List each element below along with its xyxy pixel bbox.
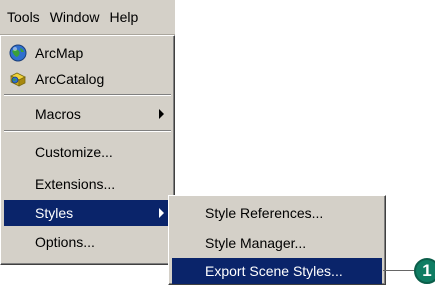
menu-item-label: Extensions... [35,176,116,192]
menu-item-label: Options... [35,234,95,250]
submenu-item-label: Export Scene Styles... [205,263,343,279]
menu-window[interactable]: Window [45,0,105,34]
menu-item-arcmap[interactable]: ArcMap [4,40,171,66]
menu-item-label: ArcCatalog [35,71,105,87]
submenu-item-label: Style Manager... [205,235,307,251]
menu-item-styles[interactable]: Styles [4,200,171,226]
step-callout-badge: 1 [414,258,435,284]
submenu-item-export-scene-styles[interactable]: Export Scene Styles... [172,258,382,284]
menu-item-label: Macros [35,106,81,122]
submenu-arrow-icon [159,109,164,119]
styles-submenu: Style References... Style Manager... Exp… [168,195,386,285]
menu-item-arccatalog[interactable]: ArcCatalog [4,66,171,92]
submenu-arrow-icon [159,208,164,218]
menu-bar: Tools Window Help [0,0,175,35]
menu-item-options[interactable]: Options... [4,229,171,255]
menu-item-label: Customize... [35,144,113,160]
menu-separator [4,94,171,96]
tools-menu: ArcMap ArcCatalog Macros Customize... Ex… [0,35,175,265]
menu-help[interactable]: Help [104,0,143,34]
submenu-item-style-references[interactable]: Style References... [172,200,382,226]
menu-tools[interactable]: Tools [2,0,45,34]
menu-separator [4,130,171,132]
submenu-item-style-manager[interactable]: Style Manager... [172,230,382,256]
menu-item-label: ArcMap [35,45,84,61]
menu-item-label: Styles [35,205,74,221]
menu-item-macros[interactable]: Macros [4,101,171,127]
callout-leader-line [383,270,417,271]
menu-item-extensions[interactable]: Extensions... [4,171,171,197]
globe-icon [8,43,28,63]
submenu-item-label: Style References... [205,205,324,221]
menu-item-customize[interactable]: Customize... [4,139,171,165]
catalog-icon [8,69,28,89]
